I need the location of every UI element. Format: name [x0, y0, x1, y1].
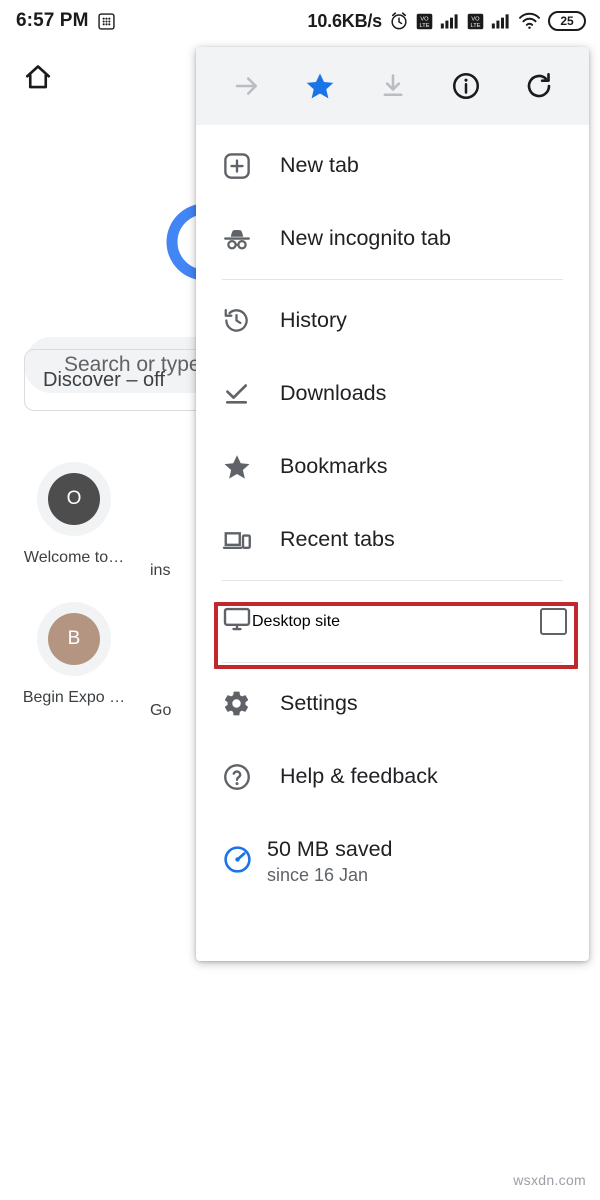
status-bar-right: 10.6KB/s VO LTE [308, 11, 600, 32]
menu-item-help-feedback[interactable]: Help & feedback [196, 740, 589, 813]
menu-item-label: New tab [280, 153, 359, 178]
svg-text:LTE: LTE [420, 23, 430, 29]
menu-item-new-incognito-tab[interactable]: New incognito tab [196, 202, 589, 275]
status-bar-clock: 6:57 PM [16, 10, 89, 32]
avatar-initial: O [48, 473, 100, 525]
menu-item-label: History [280, 308, 347, 333]
avatar: O [37, 462, 111, 536]
reload-icon[interactable] [513, 60, 565, 112]
discover-card-label: Discover – off [43, 369, 165, 392]
desktop-site-checkbox[interactable] [540, 608, 567, 635]
menu-item-new-tab[interactable]: New tab [196, 129, 589, 202]
menu-item-history[interactable]: History [196, 284, 589, 357]
data-saver-icon [222, 844, 253, 880]
menu-item-recent-tabs[interactable]: Recent tabs [196, 503, 589, 576]
menu-divider [222, 279, 563, 280]
bookmarks-star-icon [222, 452, 266, 482]
volte-icon-secondary: VO LTE [467, 13, 484, 30]
menu-item-label: Downloads [280, 381, 386, 406]
svg-text:LTE: LTE [471, 23, 481, 29]
avatar-initial: B [48, 613, 100, 665]
menu-item-settings[interactable]: Settings [196, 667, 589, 740]
shortcut-tile[interactable]: O Welcome to… [0, 462, 148, 567]
menu-item-desktop-site[interactable]: Desktop site [196, 585, 589, 658]
menu-item-label: New incognito tab [280, 226, 451, 251]
status-bar-left: 6:57 PM [0, 10, 115, 32]
alarm-clock-icon [389, 11, 409, 31]
menu-item-label: Recent tabs [280, 527, 395, 552]
menu-item-list: New tab New incognito tab [196, 125, 589, 910]
new-tab-icon [222, 151, 266, 181]
download-icon[interactable] [367, 60, 419, 112]
network-speed-indicator: 10.6KB/s [308, 11, 382, 32]
watermark: wsxdn.com [513, 1172, 586, 1188]
data-saver-title: 50 MB saved [267, 835, 392, 863]
signal-bars-icon-secondary [491, 12, 511, 30]
incognito-icon [222, 224, 266, 254]
menu-item-label: Settings [280, 691, 358, 716]
menu-divider [222, 662, 563, 663]
shortcut-tile-label: Welcome to… [24, 549, 124, 567]
info-circle-icon[interactable] [440, 60, 492, 112]
menu-item-label: Desktop site [252, 613, 340, 631]
svg-text:VO: VO [471, 16, 480, 22]
shortcut-tile[interactable]: B Begin Expo … [0, 602, 148, 707]
downloads-icon [222, 379, 266, 408]
battery-indicator: 25 [548, 11, 586, 31]
forward-arrow-icon[interactable] [221, 60, 273, 112]
status-bar: 6:57 PM 10.6KB/s VO LTE [0, 0, 600, 42]
menu-divider [222, 580, 563, 581]
help-icon [222, 762, 266, 792]
recent-tabs-icon [222, 525, 266, 555]
star-icon[interactable] [294, 60, 346, 112]
settings-gear-icon [222, 689, 266, 718]
menu-item-label: Help & feedback [280, 764, 438, 789]
wifi-icon [518, 12, 541, 30]
browser-overflow-menu: New tab New incognito tab [196, 47, 589, 961]
volte-icon: VO LTE [416, 13, 433, 30]
shortcut-tile-label-occluded: ins [150, 562, 170, 580]
shortcut-tile-label: Begin Expo … [23, 689, 125, 707]
home-icon[interactable] [22, 62, 54, 97]
shortcut-tile-label-occluded: Go [150, 702, 171, 720]
menu-item-downloads[interactable]: Downloads [196, 357, 589, 430]
data-saver-subtitle: since 16 Jan [267, 863, 392, 888]
desktop-site-icon [222, 604, 252, 639]
signal-bars-icon [440, 12, 460, 30]
history-icon [222, 306, 266, 335]
menu-item-bookmarks[interactable]: Bookmarks [196, 430, 589, 503]
apps-grid-icon [98, 13, 115, 30]
menu-item-label: Bookmarks [280, 454, 388, 479]
menu-header-actions [196, 47, 589, 125]
avatar: B [37, 602, 111, 676]
menu-item-data-saver[interactable]: 50 MB saved since 16 Jan [196, 813, 589, 910]
data-saver-text: 50 MB saved since 16 Jan [267, 835, 392, 889]
svg-text:VO: VO [420, 16, 429, 22]
